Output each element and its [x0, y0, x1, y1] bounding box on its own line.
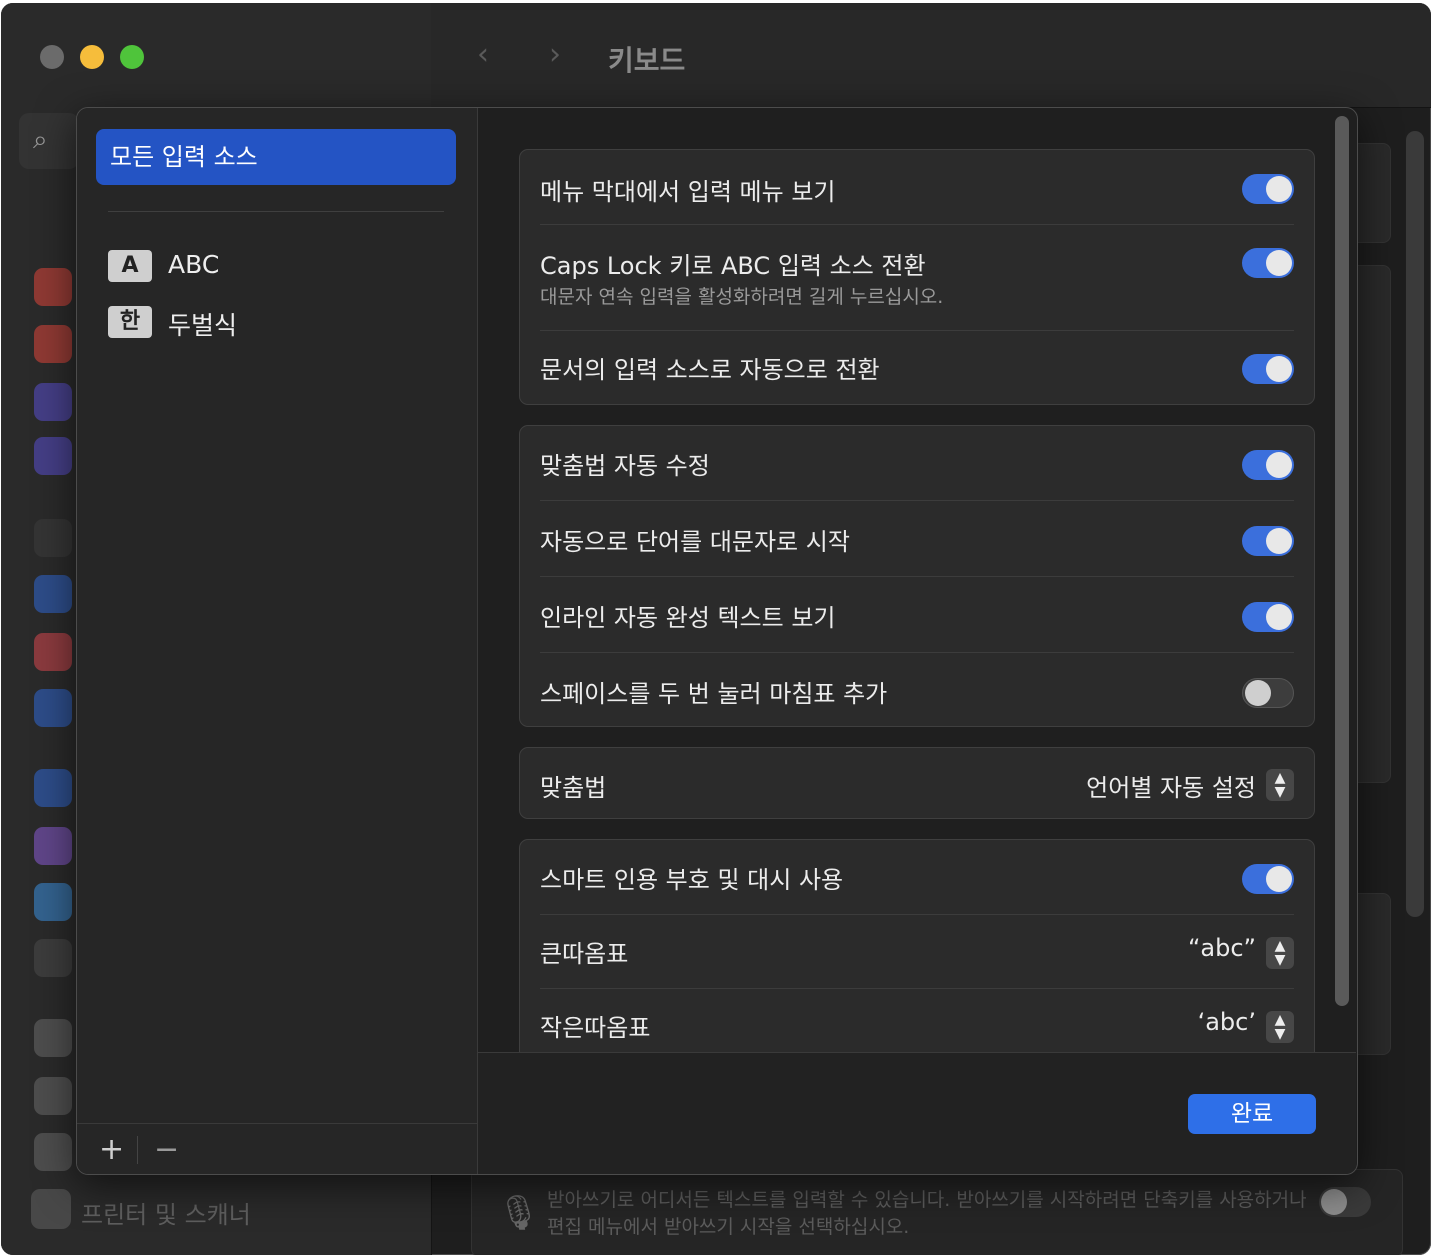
- inline-predictive-toggle[interactable]: [1242, 602, 1294, 632]
- done-button[interactable]: 완료: [1188, 1094, 1316, 1134]
- setting-label: 스페이스를 두 번 눌러 마침표 추가: [540, 680, 888, 708]
- trackpad-icon[interactable]: [34, 1133, 72, 1171]
- all-input-sources-item[interactable]: 모든 입력 소스: [96, 129, 456, 185]
- divider: [108, 211, 444, 212]
- double-quotes-popup-value[interactable]: “abc”: [1188, 934, 1256, 962]
- game-center-icon[interactable]: [34, 827, 72, 865]
- remove-source-button[interactable]: −: [154, 1132, 179, 1167]
- sheet-footer: 완료: [478, 1052, 1356, 1174]
- printer-icon: [31, 1189, 71, 1229]
- text-correction-group: 맞춤법 자동 수정 자동으로 단어를 대문자로 시작 인라인 자동 완성 텍스트…: [519, 425, 1315, 727]
- setting-row: 인라인 자동 완성 텍스트 보기: [540, 598, 1294, 636]
- focus-icon[interactable]: [34, 383, 72, 421]
- setting-row: 맞춤법 자동 수정: [540, 446, 1294, 484]
- setting-row: 스마트 인용 부호 및 대시 사용: [540, 860, 1294, 898]
- add-source-button[interactable]: +: [99, 1132, 124, 1167]
- abc-badge-icon: A: [108, 250, 152, 282]
- wallet-icon[interactable]: [34, 939, 72, 977]
- keyboard-icon[interactable]: [34, 1019, 72, 1057]
- icloud-icon[interactable]: [34, 883, 72, 921]
- settings-pane: 메뉴 막대에서 입력 메뉴 보기 Caps Lock 키로 ABC 입력 소스 …: [478, 108, 1356, 1052]
- internet-accounts-icon[interactable]: [34, 769, 72, 807]
- setting-label: 큰따옴표: [540, 940, 629, 968]
- setting-label: 맞춤법: [540, 774, 607, 802]
- setting-row: 자동으로 단어를 대문자로 시작: [540, 522, 1294, 560]
- settings-scrollbar-thumb[interactable]: [1335, 116, 1349, 1006]
- divider: [77, 1123, 477, 1124]
- back-chevron-icon[interactable]: ‹: [477, 37, 489, 72]
- dictation-toggle[interactable]: [1319, 1187, 1371, 1217]
- divider: [540, 330, 1294, 331]
- setting-label: 스마트 인용 부호 및 대시 사용: [540, 866, 844, 894]
- setting-row: 문서의 입력 소스로 자동으로 전환: [540, 350, 1294, 388]
- setting-row: 스페이스를 두 번 눌러 마침표 추가: [540, 674, 1294, 712]
- single-quotes-popup-value[interactable]: ‘abc’: [1198, 1008, 1256, 1036]
- setting-row: 작은따옴표 ‘abc’ ▲ ▼: [540, 1008, 1294, 1046]
- background-scrollbar[interactable]: [1406, 131, 1424, 917]
- forward-chevron-icon[interactable]: ›: [549, 37, 561, 72]
- show-input-menu-toggle[interactable]: [1242, 174, 1294, 204]
- input-menu-group: 메뉴 막대에서 입력 메뉴 보기 Caps Lock 키로 ABC 입력 소스 …: [519, 149, 1315, 405]
- divider: [540, 224, 1294, 225]
- sound-icon[interactable]: [34, 325, 72, 363]
- divider: [137, 1136, 138, 1164]
- setting-label: 인라인 자동 완성 텍스트 보기: [540, 604, 836, 632]
- zoom-button[interactable]: [120, 45, 144, 69]
- sidebar-item-label: 프린터 및 스캐너: [81, 1201, 251, 1229]
- divider: [540, 988, 1294, 989]
- lock-screen-icon[interactable]: [34, 519, 72, 557]
- dictation-description: 받아쓰기로 어디서든 텍스트를 입력할 수 있습니다. 받아쓰기를 시작하려면 …: [547, 1189, 1307, 1238]
- auto-correct-toggle[interactable]: [1242, 450, 1294, 480]
- title-bar: [431, 3, 1431, 108]
- hangul-badge-icon: 한: [108, 306, 152, 338]
- minimize-button[interactable]: [80, 45, 104, 69]
- divider: [540, 576, 1294, 577]
- quotes-group: 스마트 인용 부호 및 대시 사용 큰따옴표 “abc” ▲ ▼ 작은따옴표 ‘a…: [519, 839, 1315, 1052]
- screen-time-icon[interactable]: [34, 437, 72, 475]
- input-sources-sheet: 모든 입력 소스 A ABC 한 두벌식 + − 메뉴 막대에서 입력 메뉴 보…: [76, 107, 1358, 1175]
- double-space-period-toggle[interactable]: [1242, 678, 1294, 708]
- setting-label: Caps Lock 키로 ABC 입력 소스 전환: [540, 252, 926, 280]
- search-icon: ⌕: [33, 125, 48, 155]
- setting-label: 작은따옴표: [540, 1014, 651, 1042]
- divider: [540, 652, 1294, 653]
- close-button[interactable]: [40, 45, 64, 69]
- spelling-group: 맞춤법 언어별 자동 설정 ▲ ▼: [519, 747, 1315, 819]
- touch-id-icon[interactable]: [34, 633, 72, 671]
- setting-label: 맞춤법 자동 수정: [540, 452, 710, 480]
- page-title: 키보드: [608, 44, 686, 77]
- input-source-label: 두벌식: [168, 311, 238, 340]
- setting-description: 대문자 연속 입력을 활성화하려면 길게 누르십시오.: [540, 286, 944, 308]
- users-icon[interactable]: [34, 689, 72, 727]
- notifications-icon[interactable]: [34, 268, 72, 306]
- setting-row: Caps Lock 키로 ABC 입력 소스 전환 대문자 연속 입력을 활성화…: [540, 244, 1294, 312]
- setting-row: 메뉴 막대에서 입력 메뉴 보기: [540, 170, 1294, 208]
- privacy-hand-icon[interactable]: [34, 575, 72, 613]
- setting-label: 메뉴 막대에서 입력 메뉴 보기: [540, 178, 836, 206]
- auto-switch-source-toggle[interactable]: [1242, 354, 1294, 384]
- input-source-label: ABC: [168, 250, 220, 279]
- microphone-icon: 🎙: [497, 1193, 541, 1233]
- search-field[interactable]: [19, 113, 79, 169]
- setting-label: 자동으로 단어를 대문자로 시작: [540, 528, 850, 556]
- auto-capitalize-toggle[interactable]: [1242, 526, 1294, 556]
- up-down-chevron-icon[interactable]: ▲ ▼: [1266, 937, 1294, 969]
- input-sources-list: 모든 입력 소스 A ABC 한 두벌식 + −: [77, 108, 478, 1174]
- divider: [540, 914, 1294, 915]
- caps-lock-switch-toggle[interactable]: [1242, 248, 1294, 278]
- divider: [540, 500, 1294, 501]
- setting-label: 문서의 입력 소스로 자동으로 전환: [540, 356, 880, 384]
- setting-row: 큰따옴표 “abc” ▲ ▼: [540, 934, 1294, 972]
- up-down-chevron-icon[interactable]: ▲ ▼: [1266, 769, 1294, 801]
- spelling-popup-value[interactable]: 언어별 자동 설정: [1086, 768, 1256, 803]
- mouse-icon[interactable]: [34, 1077, 72, 1115]
- up-down-chevron-icon[interactable]: ▲ ▼: [1266, 1011, 1294, 1043]
- smart-quotes-toggle[interactable]: [1242, 864, 1294, 894]
- spelling-row: 맞춤법 언어별 자동 설정 ▲ ▼: [540, 766, 1294, 804]
